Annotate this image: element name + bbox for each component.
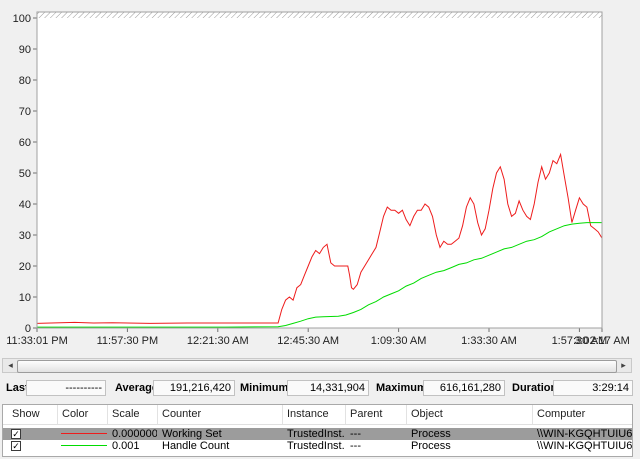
y-tick-label: 40 xyxy=(19,199,31,211)
scale-value: 0.001 xyxy=(112,440,140,452)
column-header-show[interactable]: Show xyxy=(8,405,58,424)
x-tick-label: 12:21:30 AM xyxy=(187,335,249,347)
column-header-counter[interactable]: Counter xyxy=(158,405,283,424)
instance-name: TrustedInst... xyxy=(287,428,345,440)
counter-name: Working Set xyxy=(162,428,222,440)
counter-legend-table: Show Color Scale Counter Instance Parent… xyxy=(2,404,633,457)
y-tick-label: 60 xyxy=(19,137,31,149)
parent-name: --- xyxy=(350,440,361,452)
x-tick-label: 1:33:30 AM xyxy=(461,335,517,347)
y-tick-label: 0 xyxy=(25,323,31,335)
column-header-color[interactable]: Color xyxy=(58,405,108,424)
performance-line-chart: 0 10 20 30 40 50 60 70 80 90 100 11:33:01 PM 11:57:… xyxy=(0,0,640,355)
color-swatch-handle-count[interactable] xyxy=(61,445,107,446)
computer-name: \\WIN-KGQHTUIU66F xyxy=(537,440,633,452)
counter-name: Handle Count xyxy=(162,440,230,452)
legend-header: Show Color Scale Counter Instance Parent… xyxy=(3,405,632,425)
legend-row-handle-count[interactable]: ✓ 0.001 Handle Count TrustedInst... --- … xyxy=(3,440,632,452)
object-name: Process xyxy=(411,428,451,440)
average-label: Average xyxy=(115,382,159,394)
column-header-parent[interactable]: Parent xyxy=(346,405,407,424)
y-tick-label: 70 xyxy=(19,106,31,118)
maximum-value: 616,161,280 xyxy=(423,380,505,396)
y-tick-label: 50 xyxy=(19,168,31,180)
y-tick-label: 100 xyxy=(13,13,31,25)
statistics-bar: Last ---------- Average 191,216,420 Mini… xyxy=(0,378,640,398)
average-value: 191,216,420 xyxy=(153,380,235,396)
duration-value: 3:29:14 xyxy=(553,380,633,396)
plot-overflow-band xyxy=(37,12,602,18)
duration-label: Duration xyxy=(512,382,558,394)
instance-name: TrustedInst... xyxy=(287,440,345,452)
chart-canvas: 0 10 20 30 40 50 60 70 80 90 100 11:33:01 PM 11:57:… xyxy=(6,11,630,347)
y-tick-label: 20 xyxy=(19,261,31,273)
maximum-label: Maximum xyxy=(376,382,427,394)
y-tick-label: 30 xyxy=(19,230,31,242)
legend-row-working-set[interactable]: ✓ 0.0000001 Working Set TrustedInst... -… xyxy=(3,428,632,440)
scroll-right-icon[interactable]: ▸ xyxy=(616,359,631,372)
x-tick-label: 12:45:30 AM xyxy=(277,335,339,347)
y-tick-label: 90 xyxy=(19,44,31,56)
scrollbar-thumb[interactable] xyxy=(17,360,617,373)
column-header-computer[interactable]: Computer xyxy=(533,405,632,424)
last-value: ---------- xyxy=(26,380,106,396)
scale-value: 0.0000001 xyxy=(112,428,157,440)
plot-area xyxy=(37,12,602,328)
minimum-label: Minimum xyxy=(240,382,289,394)
object-name: Process xyxy=(411,440,451,452)
time-scrollbar[interactable]: ◂ ▸ xyxy=(2,358,632,373)
x-tick-label: 11:57:30 PM xyxy=(97,335,159,347)
column-header-object[interactable]: Object xyxy=(407,405,533,424)
column-header-scale[interactable]: Scale xyxy=(108,405,158,424)
computer-name: \\WIN-KGQHTUIU66F xyxy=(537,428,633,440)
show-checkbox-working-set[interactable]: ✓ xyxy=(11,429,21,439)
x-tick-label: 11:33:01 PM xyxy=(6,335,68,347)
x-tick-label: 1:09:30 AM xyxy=(371,335,427,347)
parent-name: --- xyxy=(350,428,361,440)
x-tick-label: 3:02:17 AM xyxy=(574,335,630,347)
column-header-instance[interactable]: Instance xyxy=(283,405,346,424)
minimum-value: 14,331,904 xyxy=(287,380,369,396)
color-swatch-working-set[interactable] xyxy=(61,433,107,434)
y-tick-label: 10 xyxy=(19,292,31,304)
scroll-left-icon[interactable]: ◂ xyxy=(3,359,18,372)
y-tick-label: 80 xyxy=(19,75,31,87)
show-checkbox-handle-count[interactable]: ✓ xyxy=(11,441,21,451)
